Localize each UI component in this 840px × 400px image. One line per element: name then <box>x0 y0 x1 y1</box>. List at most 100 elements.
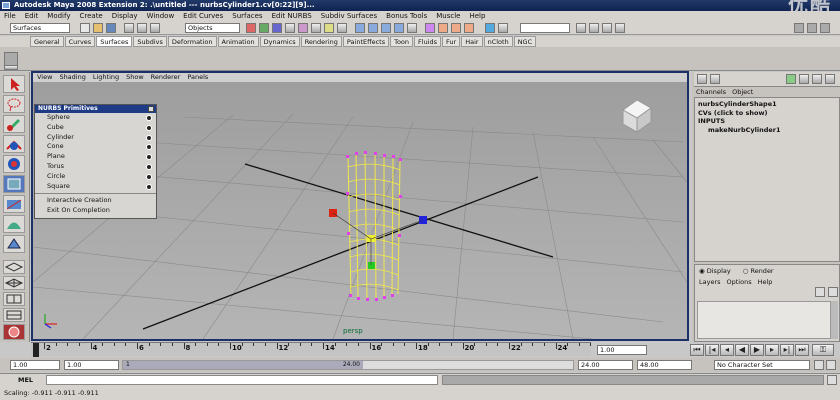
animation-start-field[interactable]: 1.00 <box>10 360 60 370</box>
hypershade-layout-icon[interactable] <box>3 324 25 340</box>
step-back-key-icon[interactable]: ◂ <box>720 344 734 356</box>
go-to-end-icon[interactable]: ⏭ <box>795 344 809 356</box>
go-to-start-icon[interactable]: ⏮ <box>690 344 704 356</box>
menu-item-cube[interactable]: Cube <box>35 123 156 133</box>
close-icon[interactable] <box>148 106 154 112</box>
render-layer-radio[interactable]: ○ Render <box>743 267 774 275</box>
history-icon[interactable] <box>425 23 435 33</box>
menu-item-interactive-creation[interactable]: Interactive Creation <box>35 196 156 206</box>
rename-icon[interactable] <box>602 23 612 33</box>
single-perspective-layout-icon[interactable] <box>3 260 25 274</box>
option-box-icon[interactable] <box>146 154 152 161</box>
menu-bonus-tools[interactable]: Bonus Tools <box>386 11 427 21</box>
menu-modify[interactable]: Modify <box>47 11 70 21</box>
shelf-tab-dynamics[interactable]: Dynamics <box>259 36 300 47</box>
mask-surfaces-icon[interactable] <box>285 23 295 33</box>
option-box-icon[interactable] <box>146 124 152 131</box>
play-backwards-icon[interactable]: ◀ <box>735 344 749 356</box>
snap-point-icon[interactable] <box>381 23 391 33</box>
shelf-tab-toon[interactable]: Toon <box>390 36 414 47</box>
save-scene-icon[interactable] <box>106 23 116 33</box>
manipulator-tool-icon[interactable] <box>3 195 25 213</box>
shape-node-name[interactable]: nurbsCylinderShape1 <box>698 100 836 109</box>
select-hierarchy-icon[interactable] <box>124 23 134 33</box>
shelf-tab-curves[interactable]: Curves <box>64 36 96 47</box>
auto-key-icon[interactable] <box>814 360 824 370</box>
input-node-name[interactable]: makeNurbCylinder1 <box>698 126 836 135</box>
snap-curve-icon[interactable] <box>368 23 378 33</box>
select-by-name-icon[interactable] <box>615 23 625 33</box>
play-forwards-icon[interactable]: ▶ <box>750 344 764 356</box>
paint-select-tool-icon[interactable] <box>3 115 25 133</box>
layer-scrollbar[interactable] <box>831 301 838 339</box>
menu-edit-curves[interactable]: Edit Curves <box>183 11 223 21</box>
scale-tool-icon[interactable] <box>3 175 25 193</box>
range-slider-handle[interactable]: 1 24.00 <box>123 361 363 369</box>
mask-deformations-icon[interactable] <box>298 23 308 33</box>
mask-handles-icon[interactable] <box>246 23 256 33</box>
shelf-menu-icon[interactable] <box>4 52 18 66</box>
step-back-frame-icon[interactable]: |◂ <box>705 344 719 356</box>
selection-mask-select[interactable]: Objects <box>185 23 240 33</box>
rotate-tool-icon[interactable] <box>3 155 25 173</box>
panel-menu-panels[interactable]: Panels <box>187 73 208 82</box>
menu-create[interactable]: Create <box>79 11 102 21</box>
channel-lock-icon[interactable] <box>786 74 796 84</box>
menu-edit[interactable]: Edit <box>25 11 39 21</box>
view-cube-icon[interactable] <box>622 99 652 133</box>
snap-view-plane-icon[interactable] <box>394 23 404 33</box>
lasso-tool-icon[interactable] <box>3 95 25 113</box>
shelf-tab-hair[interactable]: Hair <box>461 36 483 47</box>
layer-list[interactable] <box>697 301 831 339</box>
options-menu[interactable]: Options <box>727 278 752 286</box>
channel-box-icon[interactable] <box>697 74 707 84</box>
persp-graph-layout-icon[interactable] <box>3 308 25 322</box>
persp-outliner-layout-icon[interactable] <box>3 292 25 306</box>
menu-display[interactable]: Display <box>112 11 138 21</box>
open-scene-icon[interactable] <box>93 23 103 33</box>
menu-item-exit-on-completion[interactable]: Exit On Completion <box>35 206 156 216</box>
create-layer-selected-icon[interactable] <box>828 287 838 297</box>
playback-start-field[interactable]: 1.00 <box>64 360 119 370</box>
option-box-icon[interactable] <box>146 163 152 170</box>
quick-rename-field[interactable] <box>520 23 570 33</box>
option-box-icon[interactable] <box>146 183 152 190</box>
range-slider[interactable]: 1 24.00 <box>122 360 574 370</box>
menu-item-torus[interactable]: Torus <box>35 162 156 172</box>
option-box-icon[interactable] <box>146 134 152 141</box>
mel-command-input[interactable] <box>46 375 438 385</box>
shelf-tab-deformation[interactable]: Deformation <box>167 36 217 47</box>
shelf-tab-ngc[interactable]: NGC <box>513 36 537 47</box>
shelf-tab-surfaces[interactable]: Surfaces <box>96 36 133 47</box>
menu-window[interactable]: Window <box>147 11 175 21</box>
menu-surfaces[interactable]: Surfaces <box>232 11 262 21</box>
new-scene-icon[interactable] <box>80 23 90 33</box>
display-layer-radio[interactable]: ◉ Display <box>699 267 731 275</box>
step-forward-key-icon[interactable]: ▸ <box>765 344 779 356</box>
move-tool-icon[interactable] <box>3 135 25 153</box>
animation-end-field[interactable]: 48.00 <box>637 360 692 370</box>
shelf-tab-fluids[interactable]: Fluids <box>414 36 442 47</box>
layers-menu[interactable]: Layers <box>699 278 721 286</box>
select-object-icon[interactable] <box>137 23 147 33</box>
menu-subdiv-surfaces[interactable]: Subdiv Surfaces <box>321 11 377 21</box>
select-tool-icon[interactable] <box>3 75 25 93</box>
snap-grid-icon[interactable] <box>355 23 365 33</box>
mask-rendering-icon[interactable] <box>324 23 334 33</box>
shelf-options-icon[interactable] <box>4 65 18 70</box>
render-current-frame-icon[interactable] <box>438 23 448 33</box>
mask-curves-icon[interactable] <box>272 23 282 33</box>
menu-item-plane[interactable]: Plane <box>35 152 156 162</box>
step-forward-frame-icon[interactable]: ▸| <box>780 344 794 356</box>
shelf-tab-painteffects[interactable]: PaintEffects <box>342 36 390 47</box>
panel-menu-renderer[interactable]: Renderer <box>151 73 181 82</box>
menu-help[interactable]: Help <box>469 11 485 21</box>
option-box-icon[interactable] <box>146 115 152 121</box>
panel-menu-shading[interactable]: Shading <box>59 73 85 82</box>
menu-item-cylinder[interactable]: Cylinder <box>35 133 156 143</box>
panel-menu-view[interactable]: View <box>37 73 52 82</box>
make-live-icon[interactable] <box>407 23 417 33</box>
menu-edit-nurbs[interactable]: Edit NURBS <box>272 11 312 21</box>
menu-set-select[interactable]: Surfaces <box>10 23 70 33</box>
option-box-icon[interactable] <box>146 144 152 151</box>
